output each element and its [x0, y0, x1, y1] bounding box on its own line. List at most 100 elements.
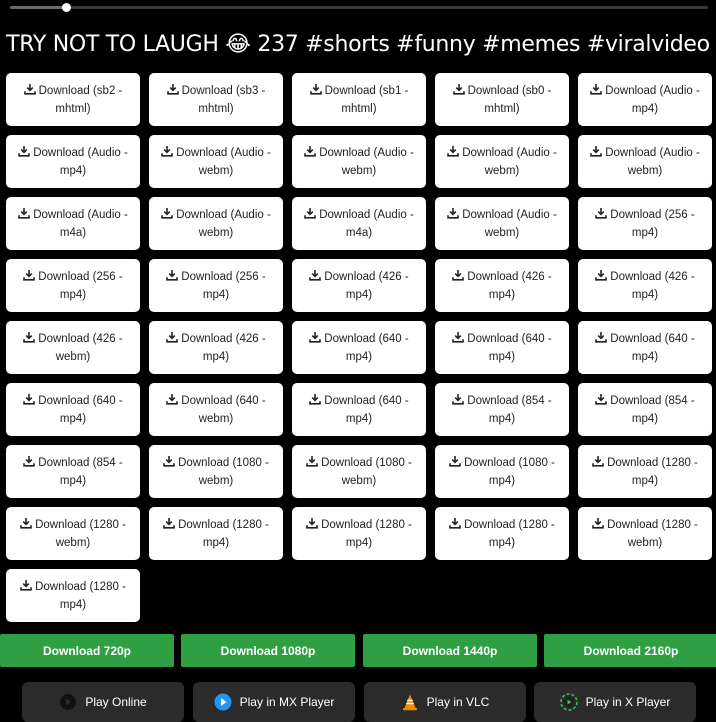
download-option-button[interactable]: Download (Audio - webm)	[149, 197, 283, 250]
video-title: TRY NOT TO LAUGH 😂 237 #shorts #funny #m…	[6, 32, 710, 57]
download-option-content: Download (640 - mp4)	[12, 392, 134, 428]
download-option-button[interactable]: Download (Audio - m4a)	[6, 197, 140, 250]
download-option-button[interactable]: Download (1080 - webm)	[149, 445, 283, 498]
download-option-button[interactable]: Download (Audio - webm)	[292, 135, 426, 188]
download-option-label: Download (256 - mp4)	[610, 208, 695, 239]
download-option-button[interactable]: Download (1280 - mp4)	[292, 507, 426, 560]
download-option-label: Download (sb2 - mhtml)	[38, 84, 123, 115]
vlc-icon	[402, 694, 417, 711]
player-button[interactable]: Play in VLC	[364, 682, 526, 722]
download-option-button[interactable]: Download (640 - mp4)	[292, 321, 426, 374]
download-option-button[interactable]: Download (sb3 - mhtml)	[149, 73, 283, 126]
download-option-button[interactable]: Download (426 - mp4)	[149, 321, 283, 374]
download-option-button[interactable]: Download (854 - mp4)	[435, 383, 569, 436]
download-option-content: Download (Audio - m4a)	[12, 206, 134, 242]
download-option-content: Download (Audio - m4a)	[298, 206, 420, 242]
download-option-button[interactable]: Download (sb1 - mhtml)	[292, 73, 426, 126]
download-icon	[595, 269, 608, 281]
download-option-button[interactable]: Download (256 - mp4)	[578, 197, 712, 250]
download-option-button[interactable]: Download (256 - mp4)	[149, 259, 283, 312]
download-option-button[interactable]: Download (854 - mp4)	[578, 383, 712, 436]
download-option-label: Download (426 - mp4)	[324, 270, 409, 301]
download-option-button[interactable]: Download (Audio - webm)	[149, 135, 283, 188]
download-option-button[interactable]: Download (640 - mp4)	[292, 383, 426, 436]
download-option-label: Download (Audio - webm)	[462, 208, 557, 239]
download-option-content: Download (Audio - mp4)	[584, 82, 706, 118]
mx-player-icon	[214, 693, 232, 711]
download-option-button[interactable]: Download (640 - mp4)	[435, 321, 569, 374]
download-icon	[166, 393, 179, 405]
download-icon	[309, 83, 322, 95]
download-option-content: Download (426 - mp4)	[155, 330, 277, 366]
download-option-button[interactable]: Download (640 - mp4)	[578, 321, 712, 374]
download-icon	[23, 269, 36, 281]
download-option-label: Download (854 - mp4)	[610, 394, 695, 425]
download-option-content: Download (1280 - mp4)	[441, 516, 563, 552]
download-option-button[interactable]: Download (1280 - mp4)	[578, 445, 712, 498]
download-option-content: Download (Audio - webm)	[155, 144, 277, 180]
download-icon	[447, 207, 459, 219]
download-option-button[interactable]: Download (Audio - webm)	[578, 135, 712, 188]
download-option-content: Download (1280 - webm)	[12, 516, 134, 552]
player-options-row: Play Online Play in MX Player Play in VLC P…	[0, 682, 716, 722]
download-icon	[595, 331, 608, 343]
download-icon	[163, 517, 175, 529]
download-option-label: Download (sb1 - mhtml)	[324, 84, 409, 115]
download-option-button[interactable]: Download (1280 - mp4)	[435, 507, 569, 560]
download-option-content: Download (Audio - webm)	[441, 206, 563, 242]
download-option-label: Download (Audio - webm)	[319, 146, 414, 177]
download-option-button[interactable]: Download (sb0 - mhtml)	[435, 73, 569, 126]
download-icon	[161, 145, 173, 157]
download-option-label: Download (Audio - m4a)	[33, 208, 128, 239]
download-option-content: Download (1080 - webm)	[155, 454, 277, 490]
download-option-button[interactable]: Download (1080 - mp4)	[435, 445, 569, 498]
download-option-button[interactable]: Download (Audio - webm)	[435, 197, 569, 250]
download-icon	[20, 579, 32, 591]
download-option-button[interactable]: Download (426 - webm)	[6, 321, 140, 374]
download-option-button[interactable]: Download (426 - mp4)	[292, 259, 426, 312]
download-option-button[interactable]: Download (1280 - mp4)	[149, 507, 283, 560]
download-option-button[interactable]: Download (1280 - webm)	[6, 507, 140, 560]
download-option-button[interactable]: Download (426 - mp4)	[435, 259, 569, 312]
x-player-icon	[559, 693, 578, 711]
video-progress-bar[interactable]	[10, 3, 708, 12]
download-icon	[23, 83, 36, 95]
quick-download-button[interactable]: Download 2160p	[544, 634, 716, 667]
download-option-button[interactable]: Download (256 - mp4)	[6, 259, 140, 312]
download-option-label: Download (640 - mp4)	[324, 332, 409, 363]
download-option-content: Download (1280 - mp4)	[12, 578, 134, 614]
download-option-content: Download (sb0 - mhtml)	[441, 82, 563, 118]
video-progress-fill	[10, 6, 66, 9]
download-icon	[452, 393, 465, 405]
download-option-label: Download (426 - mp4)	[181, 332, 266, 363]
download-option-button[interactable]: Download (640 - mp4)	[6, 383, 140, 436]
download-option-button[interactable]: Download (854 - mp4)	[6, 445, 140, 498]
quick-download-button[interactable]: Download 1440p	[363, 634, 537, 667]
download-option-button[interactable]: Download (sb2 - mhtml)	[6, 73, 140, 126]
quick-download-button[interactable]: Download 720p	[0, 634, 174, 667]
download-icon	[309, 269, 322, 281]
download-option-button[interactable]: Download (1280 - mp4)	[6, 569, 140, 622]
download-options-grid: Download (sb2 - mhtml) Download (sb3 - mh…	[6, 73, 712, 622]
download-option-button[interactable]: Download (1280 - webm)	[578, 507, 712, 560]
download-option-content: Download (854 - mp4)	[584, 392, 706, 428]
download-option-content: Download (256 - mp4)	[155, 268, 277, 304]
download-option-label: Download (sb3 - mhtml)	[181, 84, 266, 115]
download-option-button[interactable]: Download (426 - mp4)	[578, 259, 712, 312]
download-option-button[interactable]: Download (640 - webm)	[149, 383, 283, 436]
player-button[interactable]: Play in X Player	[534, 682, 696, 722]
download-option-button[interactable]: Download (Audio - mp4)	[578, 73, 712, 126]
video-progress-thumb[interactable]	[61, 3, 71, 12]
download-icon	[304, 207, 316, 219]
download-option-button[interactable]: Download (Audio - webm)	[435, 135, 569, 188]
download-option-content: Download (1080 - webm)	[298, 454, 420, 490]
quick-download-button[interactable]: Download 1080p	[181, 634, 355, 667]
download-option-label: Download (1280 - webm)	[607, 518, 698, 549]
download-option-button[interactable]: Download (Audio - m4a)	[292, 197, 426, 250]
player-button[interactable]: Play Online	[22, 682, 184, 722]
player-button[interactable]: Play in MX Player	[193, 682, 355, 722]
download-option-content: Download (Audio - mp4)	[12, 144, 134, 180]
download-option-content: Download (sb1 - mhtml)	[298, 82, 420, 118]
download-option-button[interactable]: Download (1080 - webm)	[292, 445, 426, 498]
download-option-button[interactable]: Download (Audio - mp4)	[6, 135, 140, 188]
